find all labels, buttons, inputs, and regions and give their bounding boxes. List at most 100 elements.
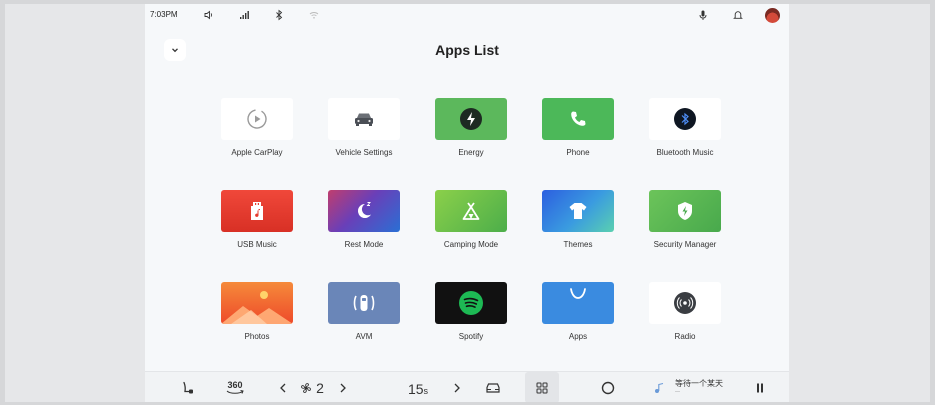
status-bar: 7:03PM: [145, 4, 789, 28]
pause-icon: [757, 383, 763, 392]
app-radio[interactable]: Radio: [630, 282, 740, 352]
media-player[interactable]: 等待一个某天 —: [653, 372, 745, 402]
app-tile[interactable]: [435, 98, 507, 140]
app-tile[interactable]: [221, 98, 293, 140]
app-themes[interactable]: Themes: [523, 190, 633, 260]
shield-icon: [678, 202, 692, 220]
fan-icon: [301, 382, 311, 393]
app-label: Phone: [566, 148, 590, 157]
app-security-manager[interactable]: Security Manager: [630, 190, 740, 260]
apps-list-button[interactable]: [525, 372, 559, 402]
app-tile[interactable]: [649, 282, 721, 324]
app-photos[interactable]: Photos: [202, 282, 312, 352]
view-360-label: 360: [227, 379, 243, 390]
app-label: Radio: [674, 332, 696, 341]
app-tile[interactable]: [542, 190, 614, 232]
app-tile[interactable]: [649, 190, 721, 232]
app-label: Apps: [568, 332, 588, 341]
vehicle-button[interactable]: [480, 372, 506, 402]
fan-increase-button[interactable]: [333, 372, 353, 402]
chevron-right-icon: [340, 383, 346, 392]
temperature-unit: s: [423, 386, 429, 396]
car-outline-icon: [486, 382, 500, 393]
seat-button[interactable]: [175, 372, 201, 402]
app-label: Energy: [458, 148, 484, 157]
app-energy[interactable]: Energy: [416, 98, 526, 168]
app-apps[interactable]: Apps: [523, 282, 633, 352]
home-circle-icon: [601, 381, 615, 394]
media-subtitle: —: [675, 389, 680, 395]
temperature-increase-button[interactable]: [447, 372, 467, 402]
page-title: Apps List: [435, 42, 499, 58]
car-icon: [355, 113, 373, 126]
app-label: Vehicle Settings: [335, 148, 393, 157]
home-button[interactable]: [595, 372, 621, 402]
signal-icon: [238, 9, 250, 21]
app-tile[interactable]: [542, 282, 614, 324]
app-label: Security Manager: [653, 240, 717, 249]
seat-icon: [183, 381, 193, 393]
app-spotify[interactable]: Spotify: [416, 282, 526, 352]
media-title: 等待一个某天: [675, 379, 723, 388]
chevron-left-icon: [280, 383, 286, 392]
app-label: Camping Mode: [443, 240, 499, 249]
avm-icon: [353, 295, 375, 311]
app-tile[interactable]: [435, 190, 507, 232]
app-apple-carplay[interactable]: Apple CarPlay: [202, 98, 312, 168]
app-camping-mode[interactable]: Camping Mode: [416, 190, 526, 260]
energy-icon: [460, 108, 482, 130]
app-tile[interactable]: [435, 282, 507, 324]
fan-level-value: 2: [316, 379, 324, 396]
app-tile[interactable]: [328, 190, 400, 232]
bluetooth-icon[interactable]: [273, 9, 285, 21]
app-tile[interactable]: [328, 282, 400, 324]
app-avm[interactable]: AVM: [309, 282, 419, 352]
fan-decrease-button[interactable]: [273, 372, 293, 402]
bluetooth-music-icon: [674, 108, 696, 130]
music-note-icon: [655, 382, 664, 393]
avatar[interactable]: [765, 8, 780, 23]
app-phone[interactable]: Phone: [523, 98, 633, 168]
app-tile[interactable]: [542, 98, 614, 140]
tent-icon: [462, 202, 480, 220]
phone-icon: [571, 111, 586, 126]
volume-icon[interactable]: [203, 9, 215, 21]
app-tile[interactable]: [221, 282, 293, 324]
app-label: Rest Mode: [344, 240, 384, 249]
infotainment-screen: 7:03PM Apps List Apple CarPlay Vehicle S…: [145, 4, 789, 402]
shirt-icon: [569, 203, 587, 219]
temperature-value: 15: [407, 381, 424, 397]
status-time: 7:03PM: [150, 10, 178, 19]
dock-bar: 360 2 15 s 等待一个某天 —: [145, 371, 789, 402]
carplay-icon: [247, 109, 267, 129]
app-tile[interactable]: [221, 190, 293, 232]
rotate-arrow-icon: [226, 389, 244, 394]
fan-level: 2: [295, 372, 329, 402]
spotify-icon: [459, 291, 483, 315]
app-label: USB Music: [237, 240, 277, 249]
app-vehicle-settings[interactable]: Vehicle Settings: [309, 98, 419, 168]
app-label: Apple CarPlay: [231, 148, 283, 157]
app-label: Themes: [563, 240, 593, 249]
pause-button[interactable]: [748, 372, 772, 402]
view-360-button[interactable]: 360: [220, 372, 250, 402]
grid-icon: [536, 382, 548, 393]
app-label: Photos: [244, 332, 270, 341]
photos-icon: [221, 291, 293, 324]
moon-icon: [357, 202, 371, 218]
chevron-right-icon: [454, 383, 460, 392]
app-label: Spotify: [458, 332, 484, 341]
app-usb-music[interactable]: USB Music: [202, 190, 312, 260]
app-tile[interactable]: [328, 98, 400, 140]
app-label: Bluetooth Music: [656, 148, 714, 157]
wifi-icon: [308, 9, 320, 21]
app-bluetooth-music[interactable]: Bluetooth Music: [630, 98, 740, 168]
app-tile[interactable]: [649, 98, 721, 140]
notification-icon[interactable]: [732, 9, 744, 21]
radio-icon: [674, 292, 696, 314]
app-rest-mode[interactable]: Rest Mode: [309, 190, 419, 260]
apps-icon: [570, 288, 586, 299]
temperature-display: 15 s: [403, 372, 433, 402]
app-label: AVM: [355, 332, 373, 341]
microphone-icon[interactable]: [697, 9, 709, 21]
